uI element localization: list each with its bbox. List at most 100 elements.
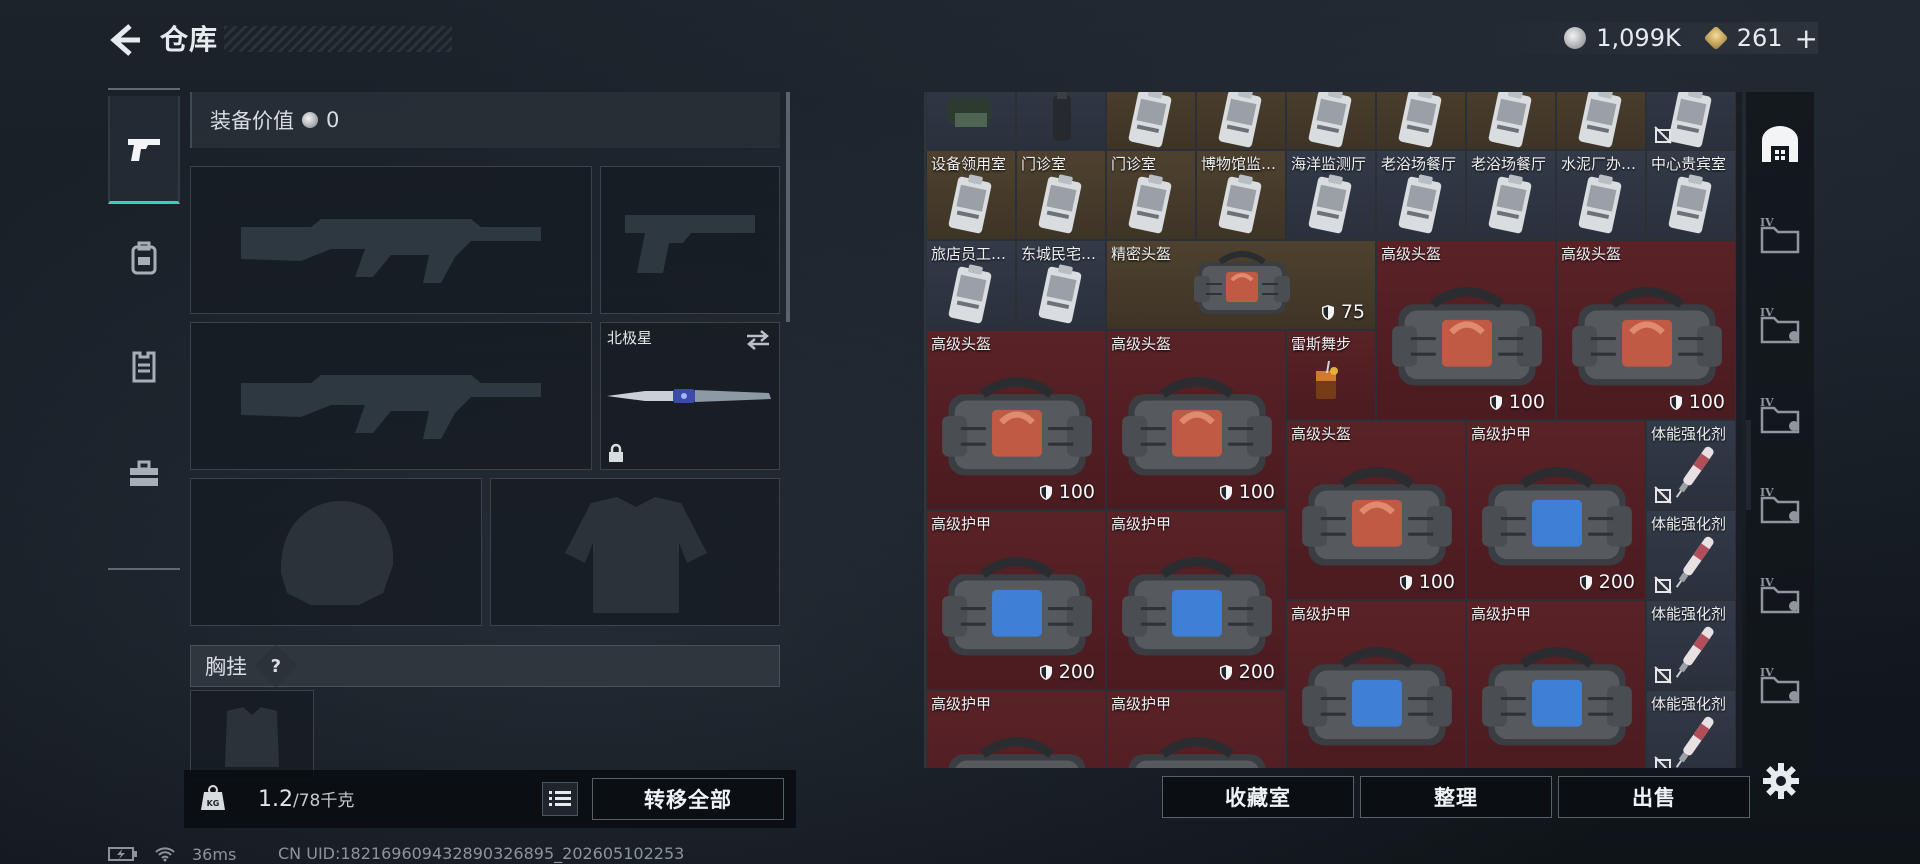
storage-item-cell[interactable]: 老浴场餐厅 xyxy=(1376,150,1466,240)
chest-rig-slot[interactable] xyxy=(190,690,314,780)
storage-item-cell[interactable]: 老浴场餐厅 xyxy=(1466,150,1556,240)
storage-item-cell[interactable]: 高级护甲 xyxy=(1466,600,1646,768)
storage-item-cell[interactable]: 高级护甲 200 xyxy=(1106,690,1286,768)
keycard-item-icon xyxy=(948,174,992,234)
storage-item-cell[interactable]: 体能强化剂 xyxy=(1646,600,1736,690)
secondary-weapon-slot[interactable] xyxy=(190,322,592,470)
carry-weight-max: /78千克 xyxy=(293,791,355,811)
storage-item-cell[interactable]: 高级护甲 xyxy=(1286,600,1466,768)
no-trade-icon xyxy=(1654,126,1672,144)
toolbox-icon xyxy=(130,460,158,486)
storage-item-cell[interactable] xyxy=(1016,92,1106,150)
storage-item-cell[interactable]: 中心贵宾室 xyxy=(1646,150,1736,240)
help-button[interactable]: ? xyxy=(254,644,298,688)
sell-button[interactable]: 出售 xyxy=(1558,776,1750,818)
helmet-slot[interactable] xyxy=(190,478,482,626)
durability-shield-icon xyxy=(1219,664,1232,680)
storage-item-cell[interactable]: 博物馆监… xyxy=(1196,150,1286,240)
item-name: 中心贵宾室 xyxy=(1651,155,1727,173)
storage-item-cell[interactable]: 海洋监测厅 xyxy=(1286,150,1376,240)
storage-item-cell[interactable]: 高级头盔 100 xyxy=(926,330,1106,510)
storage-item-cell[interactable] xyxy=(1196,92,1286,150)
gold-coin-icon xyxy=(1703,25,1729,51)
storage-item-cell[interactable]: 水泥厂办… xyxy=(1556,150,1646,240)
item-name: 高级护甲 xyxy=(1111,695,1172,713)
storage-page-tab-5[interactable]: IV xyxy=(1746,556,1814,632)
durability-shield-icon xyxy=(1219,484,1232,500)
pistol-slot[interactable] xyxy=(600,166,780,314)
equipment-category-tabs xyxy=(108,88,180,570)
storage-item-cell[interactable]: 体能强化剂 xyxy=(1646,420,1736,510)
storage-item-cell[interactable]: 高级护甲 200 xyxy=(1106,510,1286,690)
primary-weapon-slot[interactable] xyxy=(190,166,592,314)
keycard-item-icon xyxy=(1128,92,1172,148)
storage-item-cell[interactable] xyxy=(1106,92,1196,150)
storage-page-tab-3[interactable]: IV xyxy=(1746,376,1814,452)
list-view-button[interactable] xyxy=(542,782,578,816)
ping-value: 36ms xyxy=(192,844,237,864)
storage-item-cell[interactable]: 东城民宅… xyxy=(1016,240,1106,330)
item-name: 高级头盔 xyxy=(931,335,992,353)
transfer-all-button[interactable]: 转移全部 xyxy=(592,778,784,820)
storage-item-cell[interactable]: 体能强化剂 xyxy=(1646,690,1736,768)
organize-button[interactable]: 整理 xyxy=(1360,776,1552,818)
storage-item-cell[interactable] xyxy=(926,92,1016,150)
storage-item-cell[interactable]: 高级护甲 200 xyxy=(926,690,1106,768)
armor-silhouette-icon xyxy=(565,497,707,613)
item-name: 高级护甲 xyxy=(1291,605,1352,623)
storage-item-cell[interactable] xyxy=(1286,92,1376,150)
tab-weapons[interactable] xyxy=(108,96,180,204)
warehouse-main-tab[interactable] xyxy=(1746,106,1814,182)
armor-bag-item-icon xyxy=(942,557,1092,656)
user-uid: CN UID:1821696094328903268​95_2026051022… xyxy=(278,844,685,863)
storage-item-cell[interactable]: 设备领用室 xyxy=(926,150,1016,240)
storage-item-cell[interactable]: 精密头盔 75 xyxy=(1106,240,1376,330)
storage-item-cell[interactable]: 雷斯舞步 xyxy=(1286,330,1376,420)
storage-item-cell[interactable]: 高级头盔 100 xyxy=(1106,330,1286,510)
storage-item-cell[interactable] xyxy=(1466,92,1556,150)
keycard-item-icon xyxy=(1578,92,1622,148)
storage-item-cell[interactable]: 高级护甲 200 xyxy=(926,510,1106,690)
equipment-scrollbar[interactable] xyxy=(786,92,790,322)
item-name: 高级头盔 xyxy=(1291,425,1352,443)
silver-amount: 1,099K xyxy=(1596,24,1681,52)
durability-shield-icon xyxy=(1579,574,1592,590)
storage-item-cell[interactable]: 高级头盔 100 xyxy=(1286,420,1466,600)
durability-number: 200 xyxy=(1238,661,1275,683)
storage-item-cell[interactable] xyxy=(1556,92,1646,150)
storage-item-cell[interactable]: 高级头盔 100 xyxy=(1376,240,1556,420)
durability-number: 200 xyxy=(1058,661,1095,683)
tab-vest[interactable] xyxy=(108,312,180,420)
storage-item-cell[interactable]: 体能强化剂 xyxy=(1646,510,1736,600)
tab-toolbox[interactable] xyxy=(108,420,180,528)
storage-item-cell[interactable]: 门诊室 xyxy=(1016,150,1106,240)
armor-slot[interactable] xyxy=(490,478,780,626)
storage-page-tab-6[interactable]: IV xyxy=(1746,646,1814,722)
storage-item-cell[interactable] xyxy=(1376,92,1466,150)
storage-page-tab-4[interactable]: IV xyxy=(1746,466,1814,542)
storage-item-cell[interactable]: 高级头盔 100 xyxy=(1556,240,1736,420)
knife-item-icon xyxy=(607,389,771,403)
storage-page-tab-1[interactable]: IV xyxy=(1746,196,1814,272)
back-arrow-icon[interactable] xyxy=(104,20,144,60)
storage-item-cell[interactable]: 高级护甲 200 xyxy=(1466,420,1646,600)
syringe-item-icon xyxy=(1675,446,1714,498)
folder-iv-icon: IV xyxy=(1760,216,1800,254)
storage-item-cell[interactable]: 旅店员工… xyxy=(926,240,1016,330)
storage-item-cell[interactable] xyxy=(1646,92,1736,150)
settings-gear-icon[interactable] xyxy=(1762,762,1800,800)
melee-slot[interactable]: 北极星 xyxy=(600,322,780,470)
storage-item-cell[interactable]: 门诊室 xyxy=(1106,150,1196,240)
durability-number: 100 xyxy=(1238,481,1275,503)
tab-backpack[interactable] xyxy=(108,204,180,312)
add-gold-button[interactable]: + xyxy=(1795,22,1818,55)
item-name: 东城民宅… xyxy=(1021,245,1097,263)
item-name: 精密头盔 xyxy=(1111,245,1172,263)
storage-page-tab-2[interactable]: IV xyxy=(1746,286,1814,362)
folder-iv-icon: IV xyxy=(1760,396,1800,434)
collection-room-button[interactable]: 收藏室 xyxy=(1162,776,1354,818)
silver-coin-icon xyxy=(1564,27,1587,49)
item-name: 高级头盔 xyxy=(1561,245,1622,263)
durability-value: 100 xyxy=(1039,481,1095,503)
swap-icon[interactable] xyxy=(745,329,771,351)
